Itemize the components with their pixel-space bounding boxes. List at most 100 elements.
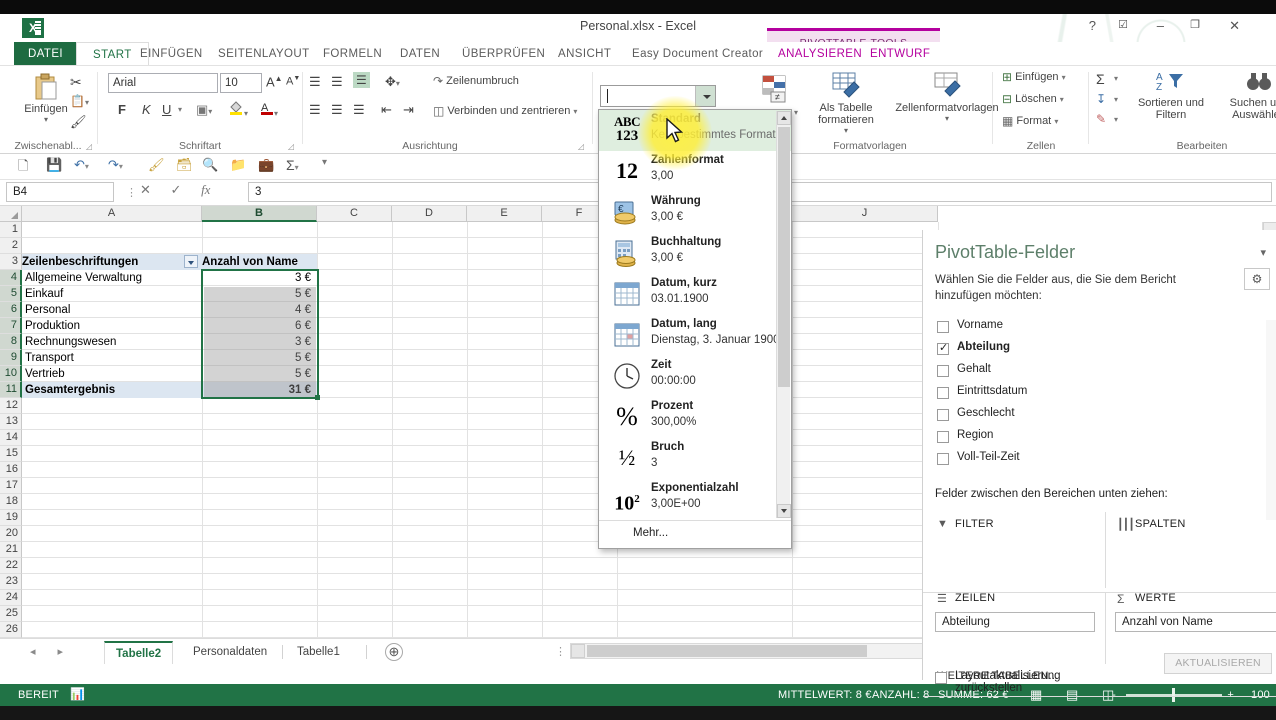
column-header-B[interactable]: B [202, 206, 317, 222]
pivot-field-checkbox[interactable] [937, 409, 949, 421]
sheet-next-icon[interactable]: ▸ [58, 646, 86, 658]
row-header-9[interactable]: 9 [0, 350, 22, 366]
conditional-formatting-button[interactable]: ≠ [746, 74, 802, 107]
dropdown-scroll-down-icon[interactable] [777, 504, 791, 518]
number-format-item-standard[interactable]: ABC 123 Standard Kein bestimmtes Format [599, 110, 791, 151]
folder-open-icon[interactable]: 🗃 [176, 157, 193, 173]
undo-icon[interactable]: ↶▾ [74, 157, 89, 173]
number-format-item-exponentialzahl[interactable]: 102 Exponentialzahl 3,00E+00 [599, 479, 791, 520]
row-header-24[interactable]: 24 [0, 590, 22, 606]
cell-styles-chevron-icon[interactable]: ▾ [892, 114, 1002, 123]
alignment-dialog-launcher[interactable]: ◿ [578, 142, 584, 151]
pivot-field-region[interactable]: Region [937, 428, 1237, 448]
number-format-item-bruch[interactable]: ½ Bruch 3 [599, 438, 791, 479]
tab-formeln[interactable]: FORMELN [323, 42, 382, 66]
pivot-field-abteilung[interactable]: Abteilung [937, 340, 1237, 360]
tab-einfuegen[interactable]: EINFÜGEN [140, 42, 203, 66]
sheet-tab-personaldaten[interactable]: Personaldaten [182, 641, 278, 664]
cell-A3-row-labels-header[interactable]: Zeilenbeschriftungen [22, 254, 202, 270]
fill-chevron-icon[interactable]: ▾ [1114, 95, 1118, 104]
pivot-field-geschlecht[interactable]: Geschlecht [937, 406, 1237, 426]
number-format-item-datum-kurz[interactable]: Datum, kurz 03.01.1900 [599, 274, 791, 315]
dropdown-scroll-thumb[interactable] [778, 127, 790, 387]
number-format-item-datum-lang[interactable]: Datum, lang Dienstag, 3. Januar 1900 [599, 315, 791, 356]
pivot-field-checkbox[interactable] [937, 431, 949, 443]
cell-B8-value[interactable]: 3 € [202, 334, 317, 350]
row-header-15[interactable]: 15 [0, 446, 22, 462]
sheet-split-handle[interactable]: ⋮ [555, 645, 566, 658]
accept-entry-icon[interactable]: ✓ [171, 182, 182, 197]
number-format-combo[interactable] [600, 85, 716, 107]
underline-button[interactable]: U [162, 102, 171, 117]
row-header-7[interactable]: 7 [0, 318, 22, 334]
row-header-4[interactable]: 4 [0, 270, 22, 286]
sheet-tab-tabelle2[interactable]: Tabelle2 [104, 641, 174, 664]
tab-daten[interactable]: DATEN [400, 42, 440, 66]
copy-icon[interactable]: 📋▾ [70, 94, 89, 108]
clear-chevron-icon[interactable]: ▾ [1114, 115, 1118, 124]
column-header-D[interactable]: D [392, 206, 467, 222]
pivottable-pane-close-icon[interactable]: ▾ [1260, 246, 1266, 259]
increase-indent-icon[interactable]: ⇥ [403, 102, 414, 118]
orientation-icon[interactable]: ✥▾ [385, 74, 400, 90]
update-button[interactable]: AKTUALISIEREN [1164, 653, 1272, 674]
number-format-item-w-hrung[interactable]: € Währung 3,00 € [599, 192, 791, 233]
underline-chevron-icon[interactable]: ▾ [178, 105, 182, 114]
horizontal-scroll-thumb[interactable] [587, 645, 867, 657]
row-header-13[interactable]: 13 [0, 414, 22, 430]
conditional-formatting-chevron-icon[interactable]: ▾ [794, 108, 798, 117]
ribbon-display-options-icon[interactable]: ☑ [1118, 18, 1128, 31]
new-icon[interactable]: 🗋 [18, 157, 28, 179]
clipboard-dialog-launcher[interactable]: ◿ [86, 142, 92, 151]
redo-icon[interactable]: ↷▾ [108, 157, 123, 173]
open-folder-icon[interactable]: 📁 [230, 157, 246, 173]
number-format-item-zahlenformat[interactable]: 12 Zahlenformat 3,00 [599, 151, 791, 192]
rows-field-abteilung[interactable]: Abteilung [935, 612, 1095, 632]
column-header-C[interactable]: C [317, 206, 392, 222]
cell-B6-value[interactable]: 4 € [202, 302, 317, 318]
row-header-26[interactable]: 26 [0, 622, 22, 638]
autosum-chevron-icon[interactable]: ▾ [1114, 74, 1118, 83]
pivot-field-gehalt[interactable]: Gehalt [937, 362, 1237, 382]
decrease-indent-icon[interactable]: ⇤ [381, 102, 392, 118]
row-header-22[interactable]: 22 [0, 558, 22, 574]
insert-function-icon[interactable]: fx [201, 182, 210, 197]
tab-seitenlayout[interactable]: SEITENLAYOUT [218, 42, 310, 66]
fill-down-icon[interactable]: ↧ [1096, 92, 1106, 106]
print-preview-icon[interactable]: 🔍 [202, 157, 218, 173]
zoom-in-button[interactable]: + [1227, 689, 1234, 701]
increase-font-size-icon[interactable]: A▲ [266, 74, 283, 89]
column-header-A[interactable]: A [22, 206, 202, 222]
column-header-J[interactable]: J [792, 206, 938, 222]
tab-datei[interactable]: DATEI [14, 42, 78, 66]
delete-cells-chevron-icon[interactable]: ▾ [1060, 95, 1064, 104]
cell-B5-value[interactable]: 5 € [202, 286, 317, 302]
align-right-icon[interactable]: ☰ [353, 102, 365, 118]
row-labels-filter-button[interactable] [184, 255, 198, 268]
align-center-icon[interactable]: ☰ [331, 102, 343, 118]
tab-ansicht[interactable]: ANSICHT [558, 42, 611, 66]
borders-icon[interactable]: ▣▾ [196, 102, 212, 118]
dropdown-scrollbar[interactable] [776, 111, 791, 518]
align-left-icon[interactable]: ☰ [309, 102, 321, 118]
cell-A6-label[interactable]: Personal [22, 302, 202, 318]
row-header-11[interactable]: 11 [0, 382, 22, 398]
cell-A11-total-label[interactable]: Gesamtergebnis [22, 382, 202, 398]
select-all-corner[interactable] [0, 206, 22, 222]
wrap-text-button[interactable]: ↷ Zeilenumbruch [433, 74, 519, 88]
cell-A4-label[interactable]: Allgemeine Verwaltung [22, 270, 202, 286]
format-painter-icon[interactable]: 🖌 [70, 114, 87, 130]
cell-B11-total-value[interactable]: 31 € [202, 382, 317, 398]
format-as-table-chevron-icon[interactable]: ▾ [802, 126, 890, 135]
font-color-icon[interactable]: A ▾ [260, 100, 278, 119]
number-format-item-prozent[interactable]: % Prozent 300,00% [599, 397, 791, 438]
gear-icon[interactable]: ⚙ [1244, 268, 1270, 290]
bold-button[interactable]: F [118, 102, 126, 117]
paste-button[interactable]: Einfügen ▾ [14, 72, 78, 124]
pivot-pane-scroll-region[interactable] [1266, 320, 1276, 520]
values-field-anzahl-von-name[interactable]: Anzahl von Name [1115, 612, 1276, 632]
pivot-field-checkbox[interactable] [937, 365, 949, 377]
dropdown-scroll-up-icon[interactable] [777, 111, 791, 125]
tab-analysieren[interactable]: ANALYSIEREN [778, 42, 862, 66]
sheet-tab-tabelle1[interactable]: Tabelle1 [286, 641, 351, 664]
